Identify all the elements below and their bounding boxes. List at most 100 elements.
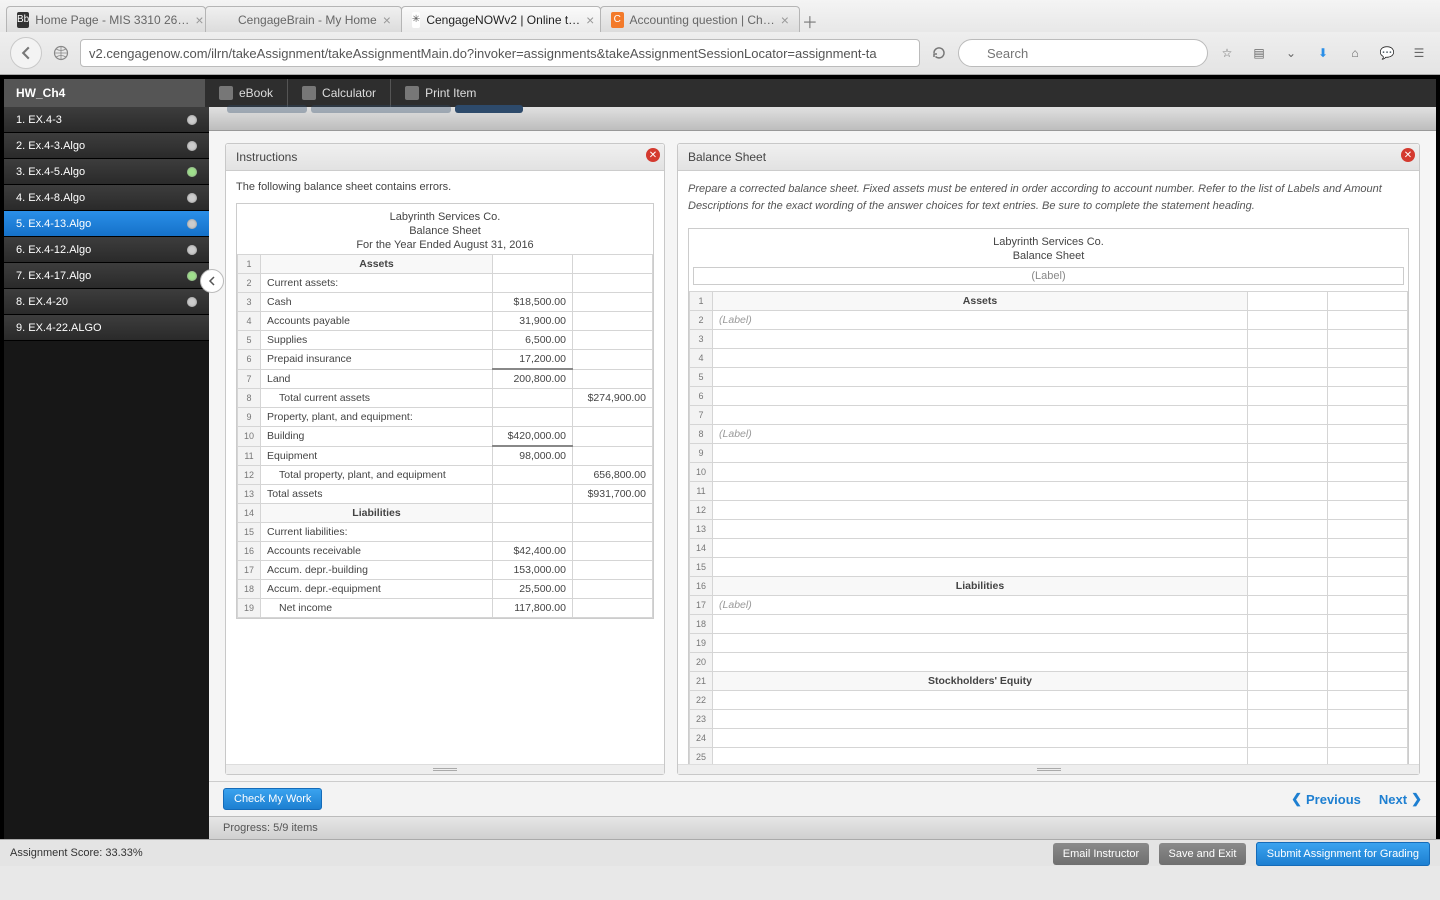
amount-cell[interactable]: [1328, 615, 1408, 634]
worksheet-table[interactable]: 1Assets2(Label)345678(Label)910111213141…: [689, 291, 1408, 764]
amount-cell[interactable]: [1328, 387, 1408, 406]
amount-cell[interactable]: [1328, 691, 1408, 710]
amount-cell[interactable]: [1248, 615, 1328, 634]
amount-cell[interactable]: [1328, 748, 1408, 765]
clipboard-icon[interactable]: ▤: [1248, 42, 1270, 64]
label-input-cell[interactable]: (Label): [713, 596, 1248, 615]
worksheet-cell[interactable]: [713, 653, 1248, 672]
amount-cell[interactable]: [1328, 520, 1408, 539]
amount-cell[interactable]: [1248, 463, 1328, 482]
worksheet-cell[interactable]: [713, 387, 1248, 406]
tool-button[interactable]: Print Item: [390, 79, 490, 107]
browser-tab[interactable]: CAccounting question | Ch…×: [600, 6, 800, 32]
amount-cell[interactable]: [1248, 748, 1328, 765]
save-exit-button[interactable]: Save and Exit: [1159, 843, 1247, 865]
amount-cell[interactable]: [1248, 558, 1328, 577]
worksheet-cell[interactable]: [713, 520, 1248, 539]
menu-icon[interactable]: ☰: [1408, 42, 1430, 64]
amount-cell[interactable]: [1328, 596, 1408, 615]
amount-cell[interactable]: [1328, 444, 1408, 463]
worksheet-cell[interactable]: [713, 539, 1248, 558]
statement-date-input[interactable]: [693, 267, 1404, 285]
sidebar-item[interactable]: 8. EX.4-20: [4, 289, 209, 315]
amount-cell[interactable]: [1248, 710, 1328, 729]
amount-cell[interactable]: [1328, 330, 1408, 349]
amount-cell[interactable]: [1248, 539, 1328, 558]
amount-cell[interactable]: [1328, 368, 1408, 387]
close-tab-button[interactable]: ×: [383, 12, 391, 28]
amount-cell[interactable]: [1248, 330, 1328, 349]
amount-cell[interactable]: [1248, 501, 1328, 520]
collapse-sidebar-button[interactable]: [200, 269, 224, 293]
worksheet-cell[interactable]: [713, 729, 1248, 748]
label-input-cell[interactable]: (Label): [713, 311, 1248, 330]
amount-cell[interactable]: [1248, 634, 1328, 653]
sub-tab[interactable]: [311, 105, 451, 113]
amount-cell[interactable]: [1248, 292, 1328, 311]
worksheet-cell[interactable]: [713, 463, 1248, 482]
worksheet-cell[interactable]: [713, 349, 1248, 368]
worksheet-cell[interactable]: [713, 615, 1248, 634]
panel-resize-handle[interactable]: [226, 764, 664, 774]
worksheet-cell[interactable]: [713, 558, 1248, 577]
amount-cell[interactable]: [1328, 463, 1408, 482]
home-icon[interactable]: ⌂: [1344, 42, 1366, 64]
download-icon[interactable]: ⬇: [1312, 42, 1334, 64]
amount-cell[interactable]: [1248, 672, 1328, 691]
amount-cell[interactable]: [1328, 634, 1408, 653]
amount-cell[interactable]: [1328, 577, 1408, 596]
tool-button[interactable]: Calculator: [287, 79, 390, 107]
sidebar-item[interactable]: 4. Ex.4-8.Algo: [4, 185, 209, 211]
amount-cell[interactable]: [1248, 311, 1328, 330]
sidebar-item[interactable]: 3. Ex.4-5.Algo: [4, 159, 209, 185]
star-icon[interactable]: ☆: [1216, 42, 1238, 64]
worksheet-cell[interactable]: [713, 748, 1248, 765]
amount-cell[interactable]: [1248, 368, 1328, 387]
amount-cell[interactable]: [1328, 558, 1408, 577]
sub-tab[interactable]: [227, 105, 307, 113]
tool-button[interactable]: eBook: [204, 79, 287, 107]
amount-cell[interactable]: [1248, 596, 1328, 615]
browser-tab[interactable]: ✳CengageNOWv2 | Online t…×: [401, 6, 601, 32]
new-tab-button[interactable]: ＋: [799, 10, 821, 32]
sidebar-item[interactable]: 1. EX.4-3: [4, 107, 209, 133]
worksheet-cell[interactable]: [713, 691, 1248, 710]
amount-cell[interactable]: [1328, 311, 1408, 330]
worksheet-cell[interactable]: [713, 710, 1248, 729]
url-input[interactable]: [80, 39, 920, 67]
amount-cell[interactable]: [1248, 387, 1328, 406]
amount-cell[interactable]: [1248, 425, 1328, 444]
amount-cell[interactable]: [1248, 729, 1328, 748]
back-button[interactable]: [10, 37, 42, 69]
amount-cell[interactable]: [1248, 349, 1328, 368]
worksheet-cell[interactable]: [713, 501, 1248, 520]
worksheet-cell[interactable]: [713, 482, 1248, 501]
worksheet-cell[interactable]: [713, 444, 1248, 463]
worksheet-cell[interactable]: [713, 368, 1248, 387]
next-link[interactable]: Next ❯: [1379, 791, 1422, 807]
amount-cell[interactable]: [1248, 577, 1328, 596]
close-tab-button[interactable]: ×: [586, 12, 594, 28]
amount-cell[interactable]: [1328, 672, 1408, 691]
amount-cell[interactable]: [1248, 520, 1328, 539]
search-input[interactable]: [958, 39, 1208, 67]
amount-cell[interactable]: [1328, 425, 1408, 444]
amount-cell[interactable]: [1328, 729, 1408, 748]
amount-cell[interactable]: [1328, 539, 1408, 558]
check-my-work-button[interactable]: Check My Work: [223, 788, 322, 810]
sub-tab[interactable]: [455, 105, 523, 113]
sidebar-item[interactable]: 5. Ex.4-13.Algo: [4, 211, 209, 237]
sidebar-item[interactable]: 7. Ex.4-17.Algo: [4, 263, 209, 289]
previous-link[interactable]: ❮ Previous: [1291, 791, 1361, 807]
browser-tab[interactable]: BbHome Page - MIS 3310 26…×: [6, 6, 206, 32]
amount-cell[interactable]: [1248, 482, 1328, 501]
chat-icon[interactable]: 💬: [1376, 42, 1398, 64]
worksheet-cell[interactable]: [713, 330, 1248, 349]
pocket-icon[interactable]: ⌄: [1280, 42, 1302, 64]
close-tab-button[interactable]: ×: [781, 12, 789, 28]
panel-resize-handle[interactable]: [678, 764, 1419, 774]
amount-cell[interactable]: [1328, 653, 1408, 672]
amount-cell[interactable]: [1248, 691, 1328, 710]
sidebar-item[interactable]: 2. Ex.4-3.Algo: [4, 133, 209, 159]
amount-cell[interactable]: [1328, 710, 1408, 729]
